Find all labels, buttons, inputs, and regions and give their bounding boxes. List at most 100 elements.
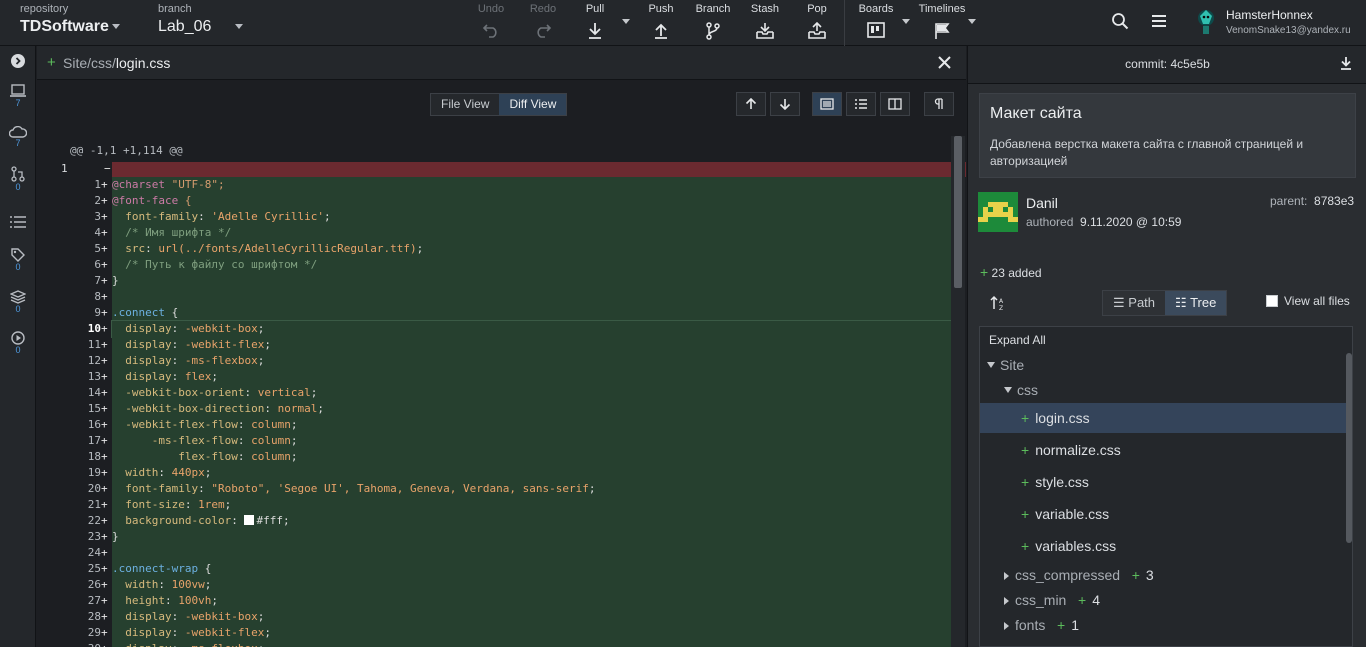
added-line-marker: + [101,610,108,623]
commit-header: commit: 4c5e5b [968,46,1366,84]
code-line: 15 + -webkit-box-direction: normal; [37,401,955,417]
sidebar-stashes[interactable]: 0 [0,290,36,314]
removed-line-marker: − [104,162,111,175]
close-icon[interactable] [937,55,952,70]
timelines-button[interactable]: Timelines [914,3,970,40]
view-all-files-option[interactable]: View all files [1266,294,1350,308]
whitespace-toggle-button[interactable] [924,92,954,116]
path-view-button[interactable]: ☰ Path [1103,291,1166,315]
inline-view-button[interactable] [846,92,876,116]
expand-all-button[interactable]: Expand All [989,333,1046,347]
file-path-prefix: Site/css/ [63,55,116,71]
line-number: 5 [94,242,101,255]
repository-caret-icon[interactable] [112,24,120,29]
tree-file-style[interactable]: + style.css [980,467,1348,497]
split-view-button[interactable] [880,92,910,116]
push-button[interactable]: Push [633,3,689,40]
repository-selector[interactable]: TDSoftware [20,18,109,36]
tree-scrollbar-thumb[interactable] [1346,353,1352,543]
stash-button[interactable]: Stash [737,3,793,40]
sidebar-tags[interactable]: 0 [0,248,36,272]
added-plus-icon: + [1021,506,1030,522]
sidebar-actions[interactable]: 0 [0,331,36,355]
undo-button[interactable]: Undo [463,3,519,38]
branch-selector[interactable]: Lab_06 [158,18,211,36]
added-summary: + 23 added [980,264,1042,280]
added-line-marker: + [101,194,108,207]
sort-az-icon[interactable]: AZ [990,295,1006,311]
tree-folder-css[interactable]: css [980,375,1348,405]
branch-icon [706,22,720,40]
line-number: 4 [94,226,101,239]
expand-sidebar-button[interactable] [0,54,36,68]
line-text: flex-flow: column; [112,449,955,465]
diff-view-button[interactable]: Diff View [499,94,567,115]
play-circle-icon [11,331,25,345]
view-all-label: View all files [1284,294,1350,308]
search-icon[interactable] [1111,12,1129,30]
added-line-marker: + [101,338,108,351]
hunk-view-button[interactable] [812,92,842,116]
added-line-marker: + [101,354,108,367]
view-all-checkbox[interactable] [1266,295,1278,307]
tree-folder-fonts[interactable]: fonts +1 [980,610,1348,640]
tree-file-variables[interactable]: + variables.css [980,531,1348,561]
triangle-right-icon [1004,622,1009,630]
tree-file-variable[interactable]: + variable.css [980,499,1348,529]
pop-icon [808,22,826,39]
diff-scrollbar[interactable] [951,136,965,647]
undo-icon [482,24,497,38]
user-avatar[interactable] [1194,8,1218,36]
code-line: 6 + /* Путь к файлу со шрифтом */ [37,257,955,273]
parent-sha[interactable]: 8783e3 [1314,194,1354,208]
branch-caret-icon[interactable] [235,24,243,29]
code-line: 17 + -ms-flex-flow: column; [37,433,955,449]
timelines-caret-icon[interactable] [968,19,976,24]
added-count: 23 added [991,266,1042,280]
line-text: display: flex; [112,369,955,385]
line-number: 28 [87,610,101,623]
code-line: 16 + -webkit-flex-flow: column; [37,417,955,433]
code-line: 29 + display: -webkit-flex; [37,625,955,641]
prev-change-button[interactable] [736,92,766,116]
hunk-view-icon [820,98,834,110]
redo-button[interactable]: Redo [515,3,571,38]
sidebar-remote[interactable]: 7 [0,126,36,148]
line-text: display: -webkit-box; [111,320,955,338]
laptop-icon [10,84,26,97]
download-icon[interactable] [1340,56,1352,70]
file-header: + Site/css/login.css [37,46,966,80]
pop-button[interactable]: Pop [789,3,845,40]
sidebar-pull-requests[interactable]: 0 [0,166,36,192]
commit-message-box[interactable]: Макет сайта Добавлена верстка макета сай… [979,93,1356,178]
sidebar-list-view[interactable] [0,216,36,228]
branch-label: branch [158,3,192,15]
remote-count: 7 [15,138,21,148]
line-text: .connect-wrap { [112,561,955,577]
boards-button[interactable]: Boards [848,3,904,38]
diff-scrollbar-thumb[interactable] [954,136,962,288]
tree-file-login[interactable]: + login.css [980,403,1348,433]
line-text: display: -ms-flexbox; [112,641,955,647]
hamburger-menu-icon[interactable] [1151,14,1167,28]
tree-file-normalize[interactable]: + normalize.css [980,435,1348,465]
tree-view-button[interactable]: ☷ Tree [1165,291,1227,315]
user-name[interactable]: HamsterHonnex [1226,8,1313,22]
old-line-number: 1 [61,162,68,175]
stash-label: Stash [750,3,780,15]
pull-button[interactable]: Pull [567,3,623,40]
code-lines: 1 + @charset "UTF-8"; 2 + @font-face {3 + font… [37,177,955,647]
next-change-button[interactable] [770,92,800,116]
pop-label: Pop [807,3,827,15]
branch-button[interactable]: Branch [685,3,741,40]
added-line-marker: + [101,290,108,303]
line-text: @charset "UTF-8"; [112,177,955,193]
removed-line: − [104,162,966,177]
boards-caret-icon[interactable] [902,19,910,24]
file-view-button[interactable]: File View [431,94,500,115]
tree-file-label: variable.css [1035,506,1110,522]
pull-options-caret-icon[interactable] [622,19,630,24]
diff-panel: + Site/css/login.css File View Diff View… [37,46,966,647]
path-tree-toggle: ☰ Path ☷ Tree [1102,290,1228,316]
sidebar-local-branches[interactable]: 7 [0,84,36,108]
